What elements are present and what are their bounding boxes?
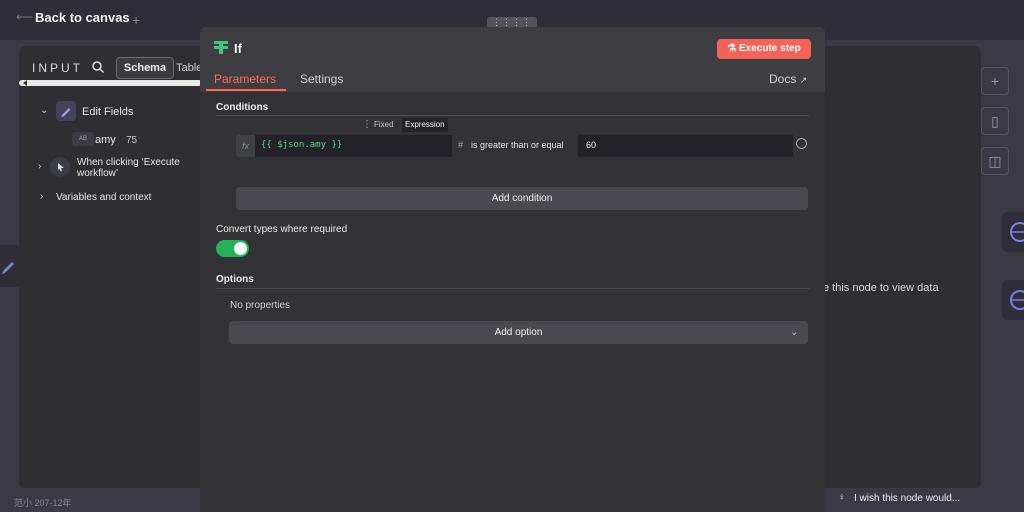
tree-item-edit-fields[interactable]: Edit Fields: [82, 106, 133, 118]
tab-settings[interactable]: Settings: [300, 72, 343, 86]
docs-label: Docs: [769, 72, 797, 86]
chevron-down-icon[interactable]: ⌄: [790, 327, 798, 338]
edit-fields-node-icon: [56, 101, 76, 121]
modal-header: If ⚗ Execute step Parameters Settings Do…: [200, 27, 825, 92]
no-properties-text: No properties: [230, 300, 291, 311]
condition-row: fx {{ $json.amy }} ⟲ # is greater than o…: [236, 135, 793, 157]
docs-link[interactable]: Docs ↗: [769, 72, 807, 86]
operator-select[interactable]: # is greater than or equal: [452, 135, 580, 157]
active-tab-indicator: [206, 89, 286, 91]
execute-step-label: Execute step: [739, 43, 801, 54]
case-sensitive-check-icon[interactable]: [796, 138, 807, 149]
string-type-badge: AB: [72, 132, 94, 146]
right-value-field[interactable]: 60: [578, 135, 793, 157]
conditions-label: Conditions: [216, 102, 269, 113]
options-label: Options: [216, 274, 254, 285]
globe-icon: [1010, 222, 1024, 242]
globe-node[interactable]: [1002, 280, 1024, 320]
schema-view-button[interactable]: Schema: [116, 57, 174, 79]
if-node-icon: [214, 41, 228, 54]
node-details-modal: If ⚗ Execute step Parameters Settings Do…: [200, 27, 825, 512]
node-title[interactable]: If: [234, 41, 242, 56]
add-option-button[interactable]: Add option: [229, 321, 808, 344]
fx-icon: fx: [236, 135, 255, 157]
panel-toggle-button[interactable]: ◫: [981, 147, 1009, 175]
workflow-logo-icon: ⟵: [16, 10, 34, 24]
search-icon[interactable]: [91, 60, 105, 74]
pencil-icon: [2, 262, 14, 274]
add-node-button[interactable]: +: [981, 67, 1009, 95]
number-type-icon: #: [458, 140, 464, 150]
field-name[interactable]: amy: [95, 134, 116, 146]
more-options-icon[interactable]: ⋮: [362, 119, 372, 130]
left-value-field[interactable]: {{ $json.amy }} ⟲: [255, 135, 461, 157]
toggle-knob: [234, 242, 247, 255]
cursor-trigger-icon: [50, 157, 70, 177]
tree-item-variables[interactable]: Variables and context: [56, 192, 151, 203]
left-expression: {{ $json.amy }}: [261, 140, 343, 150]
globe-node[interactable]: [1002, 212, 1024, 252]
tab-parameters[interactable]: Parameters: [214, 72, 276, 86]
divider: [216, 288, 809, 289]
convert-types-label: Convert types where required: [216, 224, 348, 235]
lightbulb-icon: ♀: [838, 492, 846, 503]
input-title: INPUT: [32, 61, 83, 75]
chevron-down-icon[interactable]: ⌄: [40, 105, 48, 116]
table-view-button[interactable]: Table: [176, 57, 202, 79]
add-tab-icon[interactable]: +: [132, 12, 140, 28]
output-hint: e this node to view data: [823, 282, 939, 294]
feedback-link[interactable]: I wish this node would...: [854, 493, 960, 504]
sticky-note-button[interactable]: ▯: [981, 107, 1009, 135]
field-value: 75: [126, 135, 138, 146]
back-to-canvas-button[interactable]: Back to canvas: [35, 10, 130, 25]
convert-types-toggle[interactable]: [216, 240, 249, 257]
globe-icon: [1010, 290, 1024, 310]
mode-fixed-tab[interactable]: Fixed: [374, 120, 394, 129]
mode-expression-tab[interactable]: Expression: [402, 118, 448, 132]
right-value: 60: [586, 140, 597, 150]
user-info: 范小 207-12年: [14, 498, 72, 508]
divider: [216, 115, 809, 116]
flask-icon: ⚗: [727, 43, 740, 54]
chevron-right-icon[interactable]: ›: [40, 191, 43, 202]
horizontal-scrollbar[interactable]: [19, 80, 202, 86]
add-condition-button[interactable]: Add condition: [236, 187, 808, 210]
external-link-icon: ↗: [799, 75, 808, 85]
output-panel: [825, 46, 981, 488]
execute-step-button[interactable]: ⚗ Execute step: [717, 39, 811, 59]
tree-item-manual-trigger[interactable]: When clicking ‘Execute workflow’: [77, 157, 195, 179]
operator-label: is greater than or equal: [471, 140, 564, 150]
chevron-right-icon[interactable]: ›: [38, 161, 41, 172]
